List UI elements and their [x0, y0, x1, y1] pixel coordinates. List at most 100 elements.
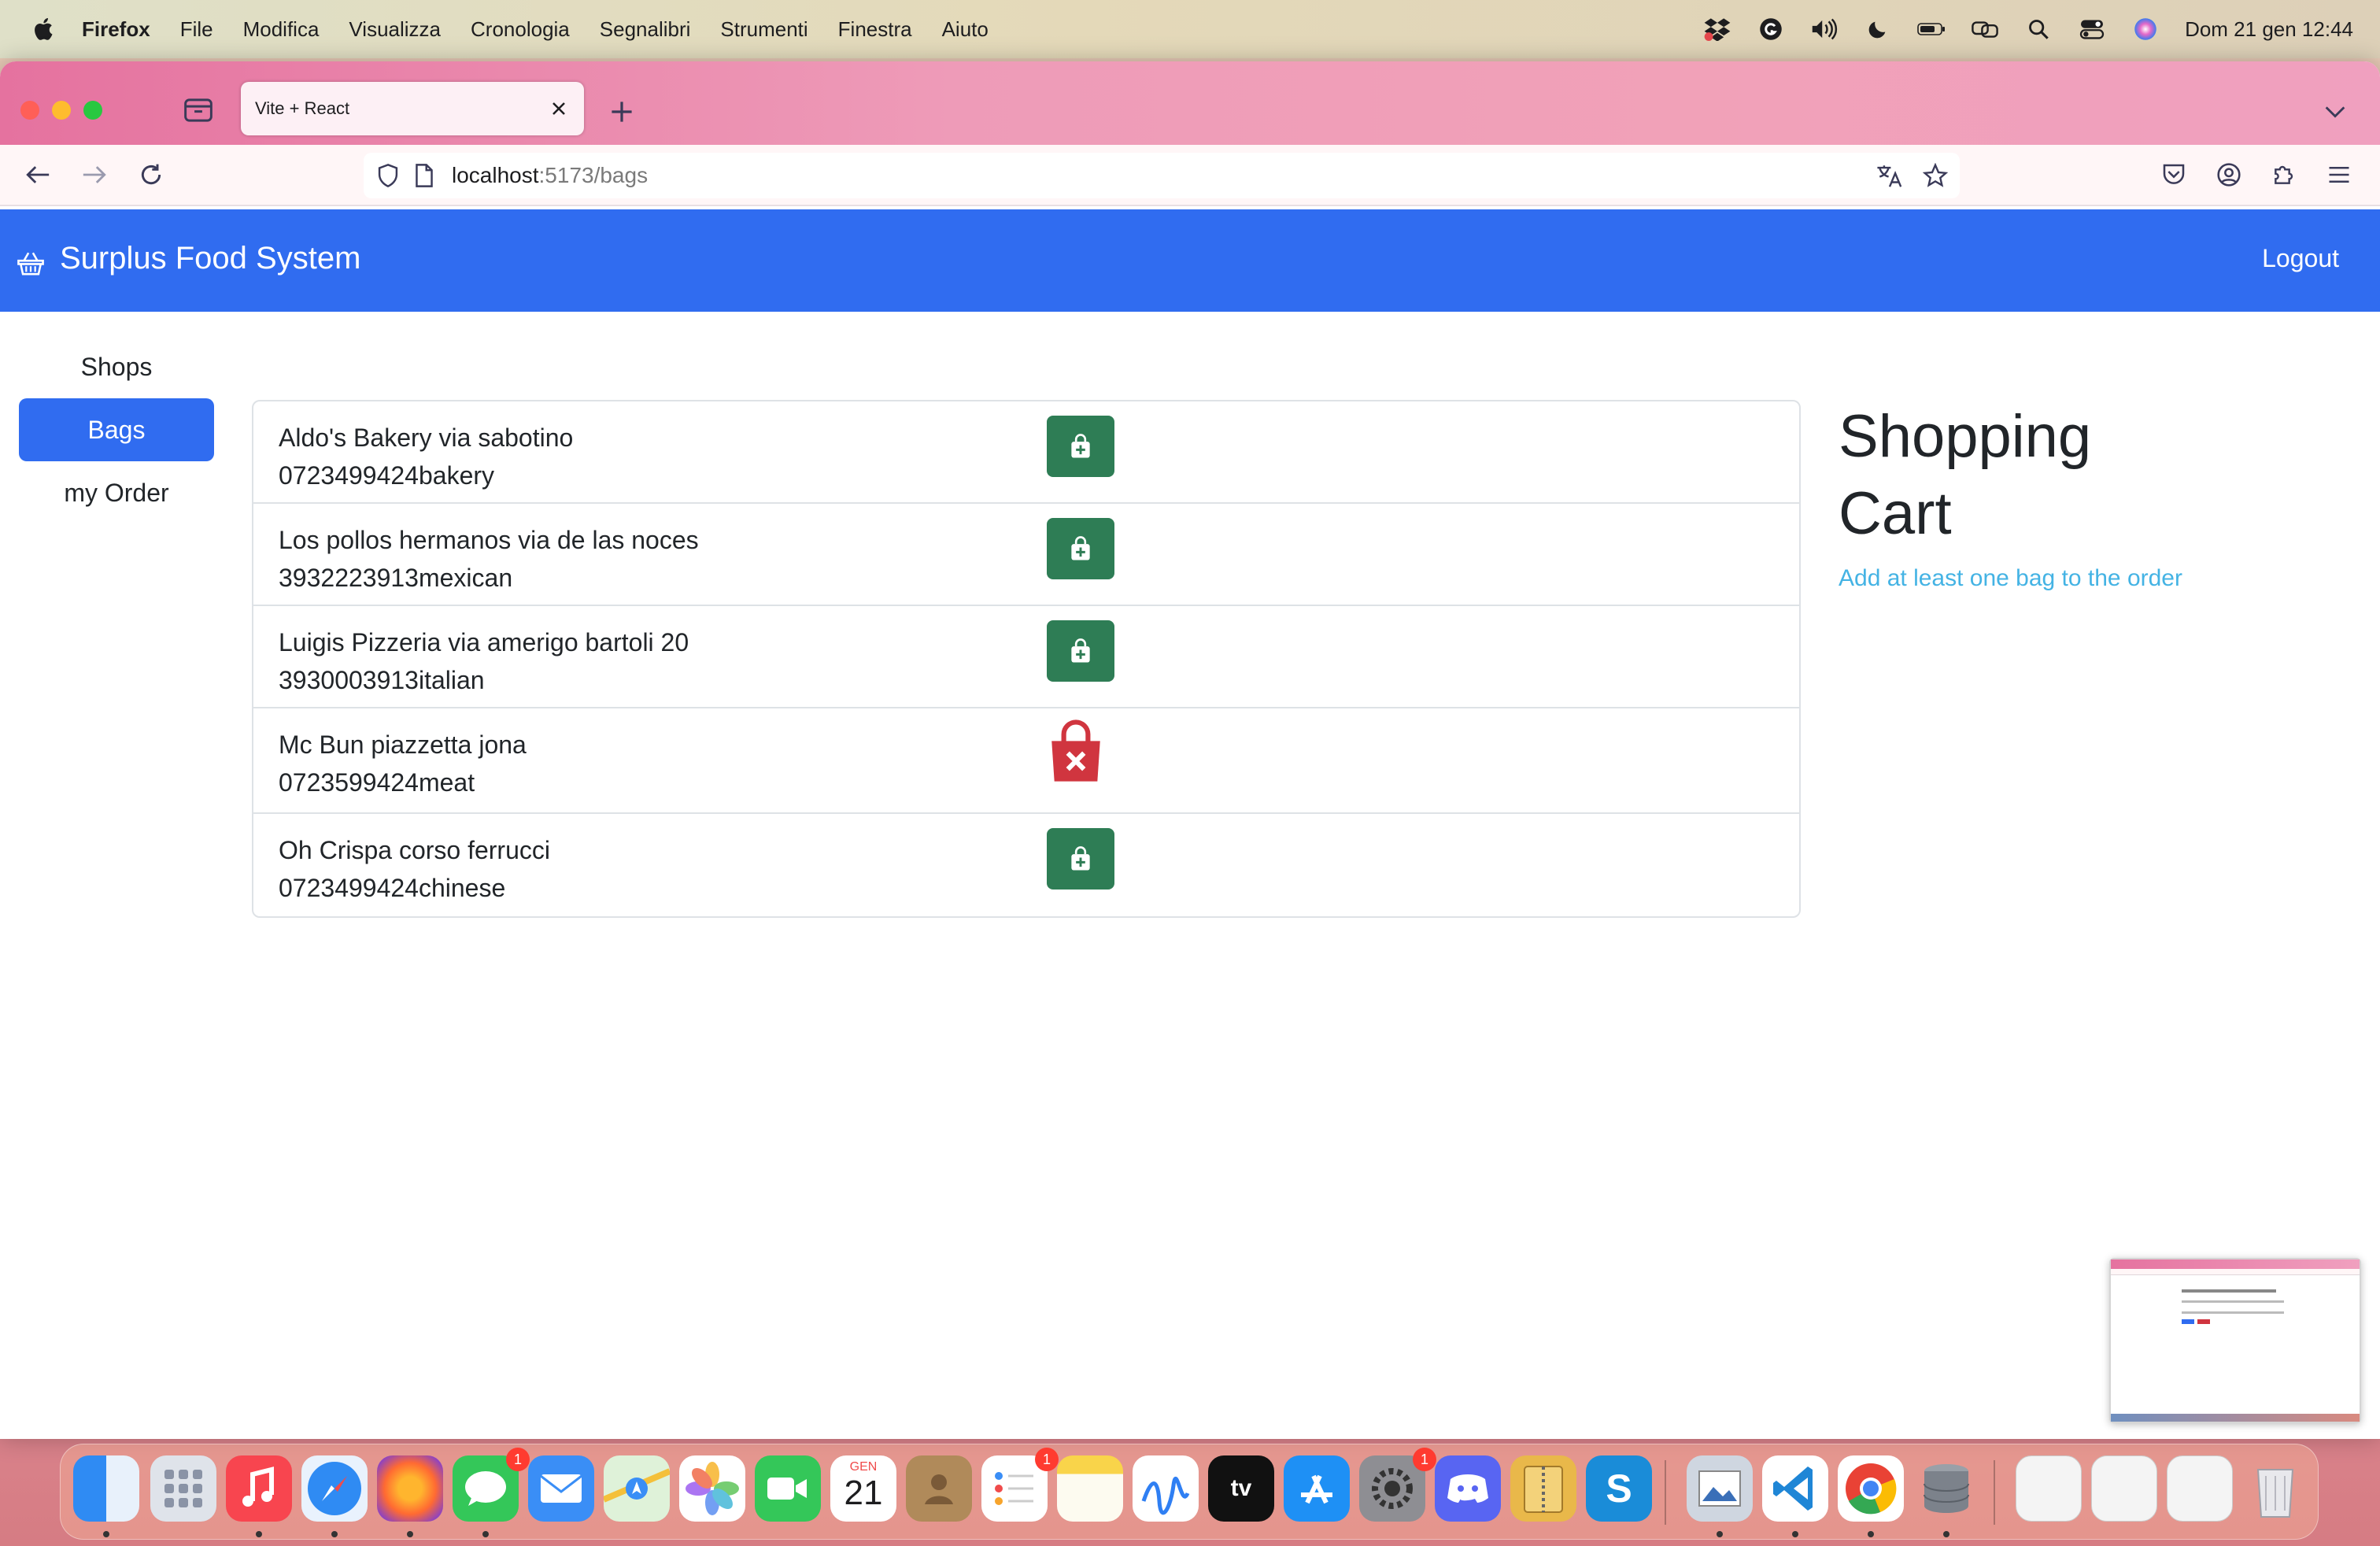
grammarly-icon[interactable]	[1757, 17, 1785, 42]
control-center-icon[interactable]	[2078, 17, 2106, 42]
close-tab-icon[interactable]	[548, 98, 570, 120]
contacts-icon[interactable]	[906, 1455, 972, 1522]
screenshot-thumbnail[interactable]	[2109, 1258, 2361, 1423]
freeform-icon[interactable]	[1133, 1455, 1199, 1522]
thumbnail-line	[2182, 1300, 2284, 1303]
preview-icon[interactable]	[1687, 1455, 1753, 1522]
url-host: localhost	[452, 163, 539, 187]
sidebar-item-bags[interactable]: Bags	[19, 398, 214, 461]
person-icon	[925, 1474, 953, 1504]
puzzle-piece-icon	[2275, 165, 2293, 184]
calendar-icon[interactable]: GEN 21	[830, 1455, 896, 1522]
menu-strumenti[interactable]: Strumenti	[720, 17, 808, 42]
minimize-window-button[interactable]	[52, 101, 71, 120]
logout-button[interactable]: Logout	[2262, 244, 2339, 273]
recent-document-thumbnail[interactable]	[2091, 1455, 2157, 1522]
volume-icon[interactable]	[1810, 17, 1839, 42]
firefox-app-icon[interactable]	[377, 1455, 443, 1522]
chevron-down-icon[interactable]	[2322, 101, 2349, 123]
pocket-button[interactable]	[2158, 159, 2190, 190]
music-icon[interactable]	[226, 1455, 292, 1522]
photos-icon[interactable]	[679, 1455, 745, 1522]
running-indicator	[482, 1531, 489, 1537]
chrome-icon[interactable]	[1838, 1455, 1904, 1522]
app-store-icon[interactable]	[1284, 1455, 1350, 1522]
screen-mirroring-icon[interactable]	[1971, 17, 1999, 42]
menu-visualizza[interactable]: Visualizza	[349, 17, 441, 42]
firefox-view-icon[interactable]	[183, 96, 214, 124]
list-item: Oh Crispa corso ferrucci 0723499424chine…	[253, 814, 1799, 916]
maps-icon[interactable]	[602, 1455, 671, 1522]
launchpad-icon[interactable]	[150, 1455, 216, 1522]
notes-icon[interactable]	[1057, 1455, 1123, 1522]
tab-title: Vite + React	[255, 98, 350, 118]
trash-icon[interactable]	[2242, 1455, 2308, 1522]
menu-aiuto[interactable]: Aiuto	[942, 17, 989, 42]
sidebar-item-shops[interactable]: Shops	[19, 335, 214, 398]
finder-icon[interactable]	[73, 1455, 139, 1522]
moon-icon[interactable]	[1864, 17, 1892, 42]
cart-title-line1: Shopping	[1839, 403, 2092, 470]
fullscreen-window-button[interactable]	[83, 101, 102, 120]
safari-icon[interactable]	[301, 1455, 368, 1522]
menu-finestra[interactable]: Finestra	[838, 17, 912, 42]
sidebar-item-my-order[interactable]: my Order	[19, 461, 214, 524]
shop-phone-category: 3930003913italian	[279, 666, 485, 694]
apple-tv-icon[interactable]: tv	[1208, 1455, 1274, 1522]
menu-app-name[interactable]: Firefox	[82, 17, 150, 42]
menubar-clock[interactable]: Dom 21 gen 12:44	[2185, 17, 2353, 42]
tab-bar: Vite + React	[0, 61, 2380, 145]
running-indicator	[1943, 1531, 1949, 1537]
mail-icon[interactable]	[528, 1455, 594, 1522]
brand-title[interactable]: Surplus Food System	[60, 241, 360, 276]
close-window-button[interactable]	[20, 101, 39, 120]
archive-utility-icon[interactable]	[1510, 1455, 1576, 1522]
extensions-button[interactable]	[2268, 159, 2300, 190]
running-indicator	[256, 1531, 262, 1537]
database-icon[interactable]	[1913, 1455, 1979, 1522]
recent-document-thumbnail[interactable]	[2016, 1455, 2082, 1522]
cart-title-line2: Cart	[1839, 480, 1952, 547]
bookmark-star-icon[interactable]	[1922, 162, 1949, 189]
dock-separator	[1665, 1460, 1666, 1525]
new-tab-icon[interactable]	[608, 98, 636, 126]
account-icon	[2217, 163, 2241, 187]
menu-modifica[interactable]: Modifica	[243, 17, 320, 42]
active-tab[interactable]: Vite + React	[241, 82, 584, 135]
url-text[interactable]: localhost:5173/bags	[452, 163, 648, 188]
siri-icon[interactable]	[2131, 17, 2160, 42]
running-indicator	[1717, 1531, 1723, 1537]
add-bag-button[interactable]	[1047, 518, 1114, 579]
app-menu-button[interactable]	[2323, 159, 2355, 190]
translate-icon[interactable]	[1876, 162, 1903, 189]
account-button[interactable]	[2213, 159, 2245, 190]
envelope-icon	[540, 1474, 582, 1503]
bag-info: Los pollos hermanos via de las noces 393…	[279, 521, 699, 597]
shield-icon[interactable]	[375, 162, 401, 189]
back-button[interactable]	[22, 159, 54, 190]
dropbox-icon[interactable]	[1703, 17, 1731, 42]
add-bag-button[interactable]	[1047, 416, 1114, 477]
menu-cronologia[interactable]: Cronologia	[471, 17, 570, 42]
url-bar[interactable]: localhost:5173/bags	[364, 153, 1960, 198]
vscode-icon[interactable]	[1762, 1455, 1828, 1522]
menu-file[interactable]: File	[180, 17, 213, 42]
web-page: Surplus Food System Logout Shops Bags my…	[0, 209, 2380, 1439]
spotlight-search-icon[interactable]	[2024, 17, 2053, 42]
menu-segnalibri[interactable]: Segnalibri	[600, 17, 691, 42]
apple-icon[interactable]	[30, 15, 58, 43]
url-path: :5173/bags	[538, 163, 649, 187]
recent-document-thumbnail[interactable]	[2167, 1455, 2233, 1522]
reload-icon	[141, 164, 161, 185]
reminders-badge: 1	[1035, 1448, 1059, 1471]
facetime-icon[interactable]	[755, 1455, 821, 1522]
page-icon[interactable]	[411, 162, 438, 189]
discord-icon[interactable]	[1435, 1455, 1501, 1522]
skype-icon[interactable]: S	[1586, 1455, 1652, 1522]
running-indicator	[407, 1531, 413, 1537]
forward-button[interactable]	[79, 159, 110, 190]
add-bag-button[interactable]	[1047, 828, 1114, 890]
add-bag-button[interactable]	[1047, 620, 1114, 682]
battery-icon[interactable]	[1917, 17, 1946, 42]
reload-button[interactable]	[135, 159, 167, 190]
